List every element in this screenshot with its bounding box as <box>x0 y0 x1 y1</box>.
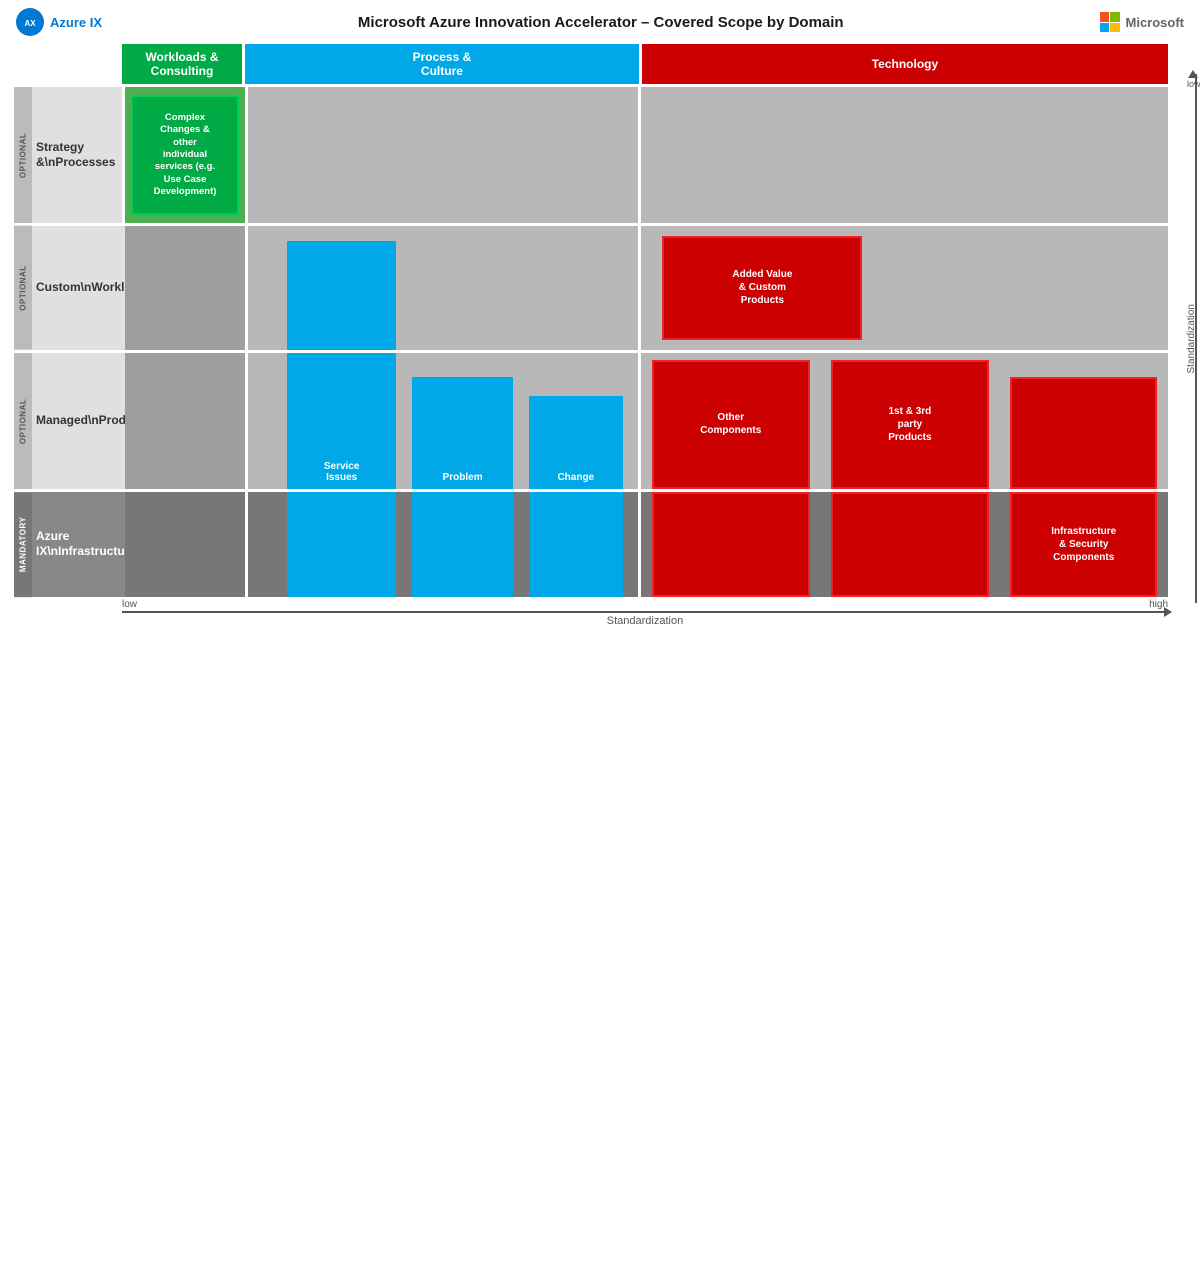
other-components-box: Other Components <box>652 360 810 489</box>
azure-technology-cell: Infrastructure & Security Components <box>641 492 1168 597</box>
infra-security-box: Infrastructure & Security Components <box>1010 492 1158 597</box>
row-label-managed: Optional Managed\nProducts <box>14 353 122 489</box>
row-label-custom: Optional Custom\nWorkloads <box>14 226 122 350</box>
header: AX Azure IX Microsoft Azure Innovation A… <box>0 0 1200 44</box>
right-low-label: low <box>1187 74 1197 92</box>
col-header-workloads: Workloads & Consulting <box>122 44 242 84</box>
managed-process-cell: Service Issues Problem Change <box>248 353 638 489</box>
bottom-axis-label: Standardization <box>122 615 1168 627</box>
right-axis: Standardization <box>1182 74 1200 603</box>
tag-optional-custom: Optional <box>14 226 32 350</box>
first-third-party-box: 1st & 3rd party Products <box>831 360 989 489</box>
flag-yellow <box>1110 23 1120 33</box>
col-header-process: Process & Culture <box>245 44 639 84</box>
row-label-azure: Mandatory Azure IX\nInfrastructure <box>14 492 122 597</box>
problem-bar: Problem <box>412 377 513 489</box>
managed-technology-cell: Other Components 1st & 3rd party Product… <box>641 353 1168 489</box>
first-third-party-box-bottom <box>831 492 989 597</box>
microsoft-flag-icon <box>1100 12 1120 32</box>
bottom-axis: low high Standardization <box>14 597 1186 627</box>
flag-blue <box>1100 23 1110 33</box>
flag-green <box>1110 12 1120 22</box>
microsoft-logo: Microsoft <box>1100 12 1185 32</box>
strategy-workloads-cell: Complex Changes & other individual servi… <box>125 87 245 223</box>
row-custom: Optional Custom\nWorkloads Added Value <box>14 226 1168 350</box>
azure-workloads-cell <box>125 492 245 597</box>
axis-center-label-wrap: Standardization <box>14 613 1168 627</box>
custom-process-cell <box>248 226 638 350</box>
row-azure: Mandatory Azure IX\nInfrastructure <box>14 492 1168 597</box>
tag-optional-strategy: Optional <box>14 87 32 223</box>
microsoft-label: Microsoft <box>1126 15 1185 30</box>
managed-workloads-cell <box>125 353 245 489</box>
page: AX Azure IX Microsoft Azure Innovation A… <box>0 0 1200 631</box>
custom-technology-cell: Added Value & Custom Products <box>641 226 1168 350</box>
service-issues-bar-bottom <box>287 492 396 597</box>
right-axis-line <box>1195 74 1197 603</box>
service-issues-bar-top <box>287 241 396 350</box>
service-issues-bar-mid: Service Issues <box>287 353 396 489</box>
complex-changes-box: Complex Changes & other individual servi… <box>131 95 239 215</box>
axis-arrow-line <box>122 611 1168 613</box>
row-label-strategy: Optional Strategy &\nProcesses <box>14 87 122 223</box>
azure-label-wrap: Azure IX\nInfrastructure <box>32 492 140 597</box>
other-components-box-bottom <box>652 492 810 597</box>
azure-ix-icon: AX <box>16 8 44 36</box>
row-managed: Optional Managed\nProducts Service Issue… <box>14 353 1168 489</box>
flag-red <box>1100 12 1110 22</box>
column-headers: Workloads & Consulting Process & Culture… <box>122 44 1186 84</box>
strategy-label: Strategy &\nProcesses <box>36 140 118 170</box>
strategy-process-cell <box>248 87 638 223</box>
chart-area: Standardization low Workloads & Consulti… <box>0 44 1200 631</box>
tag-mandatory-azure: Mandatory <box>14 492 32 597</box>
azure-label: Azure IX\nInfrastructure <box>36 529 136 559</box>
svg-text:AX: AX <box>24 19 36 28</box>
col-header-technology: Technology <box>642 44 1168 84</box>
axis-arrow-row <box>14 611 1168 613</box>
axis-labels: low high <box>14 599 1168 610</box>
added-value-box: Added Value & Custom Products <box>662 236 862 340</box>
infra-security-box-top <box>1010 377 1158 489</box>
azure-ix-label: Azure IX <box>50 15 102 30</box>
rows-container: Optional Strategy &\nProcesses Complex C… <box>14 87 1186 597</box>
page-title: Microsoft Azure Innovation Accelerator –… <box>358 14 844 31</box>
azure-process-cell <box>248 492 638 597</box>
problem-bar-bottom <box>412 492 513 597</box>
axis-low-label: low <box>122 599 137 610</box>
change-bar-bottom <box>529 492 623 597</box>
custom-workloads-cell <box>125 226 245 350</box>
row-strategy: Optional Strategy &\nProcesses Complex C… <box>14 87 1168 223</box>
strategy-technology-cell <box>641 87 1168 223</box>
azure-ix-logo: AX Azure IX <box>16 8 102 36</box>
tag-optional-managed: Optional <box>14 353 32 489</box>
change-bar: Change <box>529 396 623 489</box>
strategy-label-wrap: Strategy &\nProcesses <box>32 87 122 223</box>
